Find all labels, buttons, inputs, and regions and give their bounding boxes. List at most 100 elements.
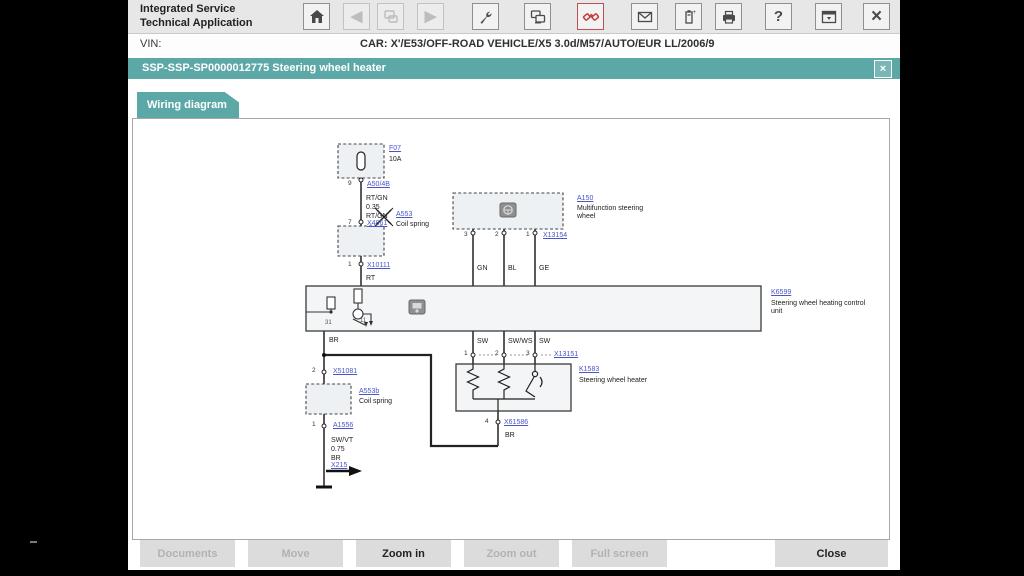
pin-number: 1: [464, 350, 468, 357]
dialog-title: SSP-SSP-SP0000012775 Steering wheel heat…: [142, 62, 386, 74]
pin-number: 3: [464, 231, 468, 238]
monitor-icon: [530, 9, 545, 23]
wire-color-label: SW/VT: [331, 437, 354, 444]
vehicle-management-button[interactable]: [472, 3, 499, 30]
home-icon: [309, 9, 324, 23]
connector-link[interactable]: X4861: [367, 220, 387, 227]
vin-label: VIN:: [140, 38, 162, 50]
back-icon: ◀: [350, 8, 363, 25]
app-header: Integrated Service Technical Application…: [128, 0, 900, 34]
full-screen-button[interactable]: Full screen: [572, 540, 667, 567]
close-button[interactable]: Close: [775, 540, 888, 567]
connector-link[interactable]: A50/4B: [367, 181, 390, 188]
dialog-close-icon: ×: [879, 62, 887, 75]
forward-button[interactable]: ▶: [417, 3, 444, 30]
control-unit-icon: [408, 299, 426, 315]
app-title: Integrated Service Technical Application: [140, 3, 252, 31]
close-icon: ×: [870, 6, 883, 27]
tab-label: Wiring diagram: [147, 99, 227, 111]
wire-color-label: BR: [329, 337, 339, 344]
fuse-rating: 10A: [389, 156, 402, 163]
screen-background: Integrated Service Technical Application…: [0, 0, 1024, 576]
dialog-close-button[interactable]: ×: [874, 60, 892, 78]
steering-wheel-icon: [499, 202, 517, 218]
wiring-diagram-graphic: [305, 143, 762, 489]
svg-text:+: +: [692, 10, 696, 16]
pin-number: 2: [495, 350, 499, 357]
connector-link[interactable]: X51081: [333, 368, 357, 375]
wire-color-label: GN: [477, 265, 488, 272]
car-label: CAR:: [360, 38, 388, 50]
connector-red-icon: [582, 12, 599, 21]
mail-icon: [637, 11, 652, 22]
wire-color-label: RT: [366, 275, 376, 282]
wrench-icon: [480, 11, 491, 24]
terminal-label: 11: [360, 318, 367, 324]
connection-button[interactable]: [577, 3, 604, 30]
coil-spring-lower-link[interactable]: A553b: [359, 388, 379, 395]
coil-spring-upper-name: Coil spring: [396, 221, 430, 228]
connector-link[interactable]: X13151: [554, 351, 578, 358]
operations-button[interactable]: [524, 3, 551, 30]
battery-button[interactable]: +: [675, 3, 702, 30]
connector-link[interactable]: A1556: [333, 422, 353, 429]
connector-link[interactable]: X13154: [543, 232, 567, 239]
pin-number: 2: [312, 367, 316, 374]
ground-point-link[interactable]: X215: [331, 462, 347, 469]
pin-number: 1: [312, 421, 316, 428]
wire-color-label: RT/GN: [366, 195, 388, 202]
heater-name: Steering wheel heater: [579, 377, 648, 384]
print-button[interactable]: [715, 3, 742, 30]
move-button[interactable]: Move: [248, 540, 343, 567]
forward-icon: ▶: [424, 8, 437, 25]
wire-color-label: SW: [477, 338, 489, 345]
terminal-label: 31: [325, 320, 332, 326]
pin-number: 3: [526, 350, 530, 357]
wire-color-label: SW: [539, 338, 551, 345]
close-app-button[interactable]: ×: [863, 3, 890, 30]
coil-spring-lower-name: Coil spring: [359, 398, 393, 405]
vehicle-bar: VIN: CAR: X'/E53/OFF-ROAD VEHICLE/X5 3.0…: [128, 34, 900, 56]
home-button[interactable]: [303, 3, 330, 30]
coil-spring-upper-link[interactable]: A553: [396, 211, 412, 218]
pin-number: 9: [348, 180, 352, 187]
documents-button-label: Documents: [157, 547, 218, 560]
zoom-out-button[interactable]: Zoom out: [464, 540, 559, 567]
fuse-link[interactable]: F07: [389, 145, 401, 152]
connector-link[interactable]: X10111: [367, 262, 390, 269]
back-button[interactable]: ◀: [343, 3, 370, 30]
pin-number: 7: [348, 219, 352, 226]
pin-number: 4: [485, 418, 489, 425]
wiring-diagram-canvas[interactable]: F07 10A 9 A50/4B RT/GN 0.35 RT/GN 7 X486…: [132, 118, 890, 540]
dialog-title-bar: SSP-SSP-SP0000012775 Steering wheel heat…: [128, 58, 900, 79]
wire-color-label: BL: [508, 265, 517, 272]
full-screen-button-label: Full screen: [590, 547, 649, 560]
help-button[interactable]: ?: [765, 3, 792, 30]
help-icon: ?: [773, 8, 784, 25]
app-title-line2: Technical Application: [140, 16, 253, 29]
wire-gauge-label: 0.35: [366, 204, 380, 211]
printer-icon: [722, 10, 735, 24]
mfl-link[interactable]: A150: [577, 195, 593, 202]
minimize-window-button[interactable]: [815, 3, 842, 30]
connector-link[interactable]: X61586: [504, 419, 528, 426]
control-unit-link[interactable]: K6599: [771, 289, 791, 296]
car-value: X'/E53/OFF-ROAD VEHICLE/X5 3.0d/M57/AUTO…: [390, 38, 715, 50]
workshop-icon: [383, 9, 398, 23]
documents-button[interactable]: Documents: [140, 540, 235, 567]
car-info: CAR: X'/E53/OFF-ROAD VEHICLE/X5 3.0d/M57…: [360, 38, 715, 50]
service-plan-button[interactable]: [631, 3, 658, 30]
workshop-button[interactable]: [377, 3, 404, 30]
battery-icon: +: [684, 10, 696, 24]
pin-number: 2: [495, 231, 499, 238]
ista-application-window: Integrated Service Technical Application…: [128, 0, 900, 570]
control-unit-name: Steering wheel heating control unit: [771, 300, 866, 316]
wire-color-label: BR: [505, 432, 515, 439]
wire-gauge-label: 0.75: [331, 446, 345, 453]
tab-wiring-diagram[interactable]: Wiring diagram: [137, 92, 239, 118]
heater-link[interactable]: K1583: [579, 366, 599, 373]
wire-color-label: GE: [539, 265, 550, 272]
window-icon: [821, 10, 836, 23]
pin-number: 1: [526, 231, 530, 238]
zoom-in-button[interactable]: Zoom in: [356, 540, 451, 567]
